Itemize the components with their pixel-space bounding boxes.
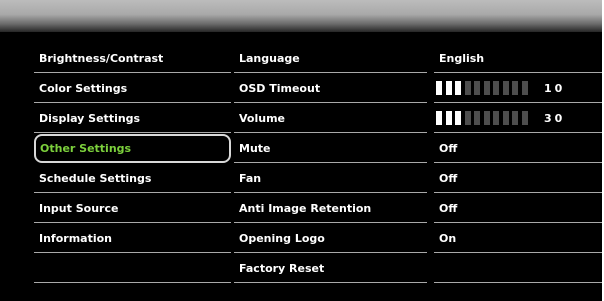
value-anti-image-retention[interactable]: Off — [434, 194, 602, 223]
slider-segment — [512, 81, 518, 95]
slider-segment — [445, 111, 452, 125]
slider-segment — [521, 81, 528, 95]
slider-segment — [436, 111, 442, 125]
setting-label: Volume — [239, 112, 285, 125]
slider-value: 10 — [544, 82, 566, 95]
slider-segment — [493, 81, 499, 95]
slider-segment — [512, 111, 518, 125]
slider-segment — [521, 111, 528, 125]
slider-segment — [455, 81, 461, 95]
menu-item-schedule-settings[interactable]: Schedule Settings — [34, 164, 231, 193]
slider-segment — [483, 111, 490, 125]
setting-value: English — [439, 52, 485, 65]
menu-item-label: Brightness/Contrast — [39, 52, 164, 65]
value-factory-reset[interactable] — [434, 254, 602, 283]
volume-slider[interactable]: 30 — [434, 104, 602, 133]
setting-label: Anti Image Retention — [239, 202, 372, 215]
setting-osd-timeout[interactable]: OSD Timeout — [234, 74, 427, 103]
value-mute[interactable]: Off — [434, 134, 602, 163]
menu-item-information[interactable]: Information — [34, 224, 231, 253]
value-opening-logo[interactable]: On — [434, 224, 602, 253]
setting-label: Language — [239, 52, 300, 65]
setting-language[interactable]: Language — [234, 44, 427, 73]
setting-value: Off — [439, 202, 458, 215]
menu-item-input-source[interactable]: Input Source — [34, 194, 231, 223]
menu-item-label: Schedule Settings — [39, 172, 152, 185]
slider-segment — [474, 81, 480, 95]
menu-item-other-settings[interactable]: Other Settings — [34, 134, 231, 163]
setting-label: Fan — [239, 172, 262, 185]
setting-factory-reset[interactable]: Factory Reset — [234, 254, 427, 283]
menu-item-label: Information — [39, 232, 112, 245]
setting-mute[interactable]: Mute — [234, 134, 427, 163]
menu-item-color-settings[interactable]: Color Settings — [34, 74, 231, 103]
menu-item-label: Input Source — [39, 202, 119, 215]
slider-segment — [464, 111, 471, 125]
title-bar — [0, 0, 602, 32]
slider-segment — [502, 81, 509, 95]
setting-value: On — [439, 232, 457, 245]
setting-label: Mute — [239, 142, 271, 155]
setting-label: Factory Reset — [239, 262, 325, 275]
osd-timeout-slider[interactable]: 10 — [434, 74, 602, 103]
slider-segment — [493, 111, 499, 125]
slider-segment — [464, 81, 471, 95]
menu-item-label: Display Settings — [39, 112, 141, 125]
setting-value: Off — [439, 172, 458, 185]
slider-segment — [436, 81, 442, 95]
setting-opening-logo[interactable]: Opening Logo — [234, 224, 427, 253]
slider-segment — [445, 81, 452, 95]
menu-item-brightness-contrast[interactable]: Brightness/Contrast — [34, 44, 231, 73]
menu-item-empty — [34, 254, 231, 283]
setting-volume[interactable]: Volume — [234, 104, 427, 133]
menu-item-label: Other Settings — [40, 142, 132, 155]
osd-menu: Brightness/Contrast Color Settings Displ… — [0, 0, 602, 301]
setting-fan[interactable]: Fan — [234, 164, 427, 193]
slider-bar[interactable] — [436, 81, 530, 95]
setting-value: Off — [439, 142, 458, 155]
setting-anti-image-retention[interactable]: Anti Image Retention — [234, 194, 427, 223]
setting-label: Opening Logo — [239, 232, 325, 245]
slider-segment — [483, 81, 490, 95]
value-language[interactable]: English — [434, 44, 602, 73]
menu-item-display-settings[interactable]: Display Settings — [34, 104, 231, 133]
slider-segment — [455, 111, 461, 125]
slider-segment — [474, 111, 480, 125]
slider-segment — [502, 111, 509, 125]
value-fan[interactable]: Off — [434, 164, 602, 193]
setting-label: OSD Timeout — [239, 82, 321, 95]
slider-value: 30 — [544, 112, 566, 125]
slider-bar[interactable] — [436, 111, 530, 125]
menu-item-label: Color Settings — [39, 82, 128, 95]
